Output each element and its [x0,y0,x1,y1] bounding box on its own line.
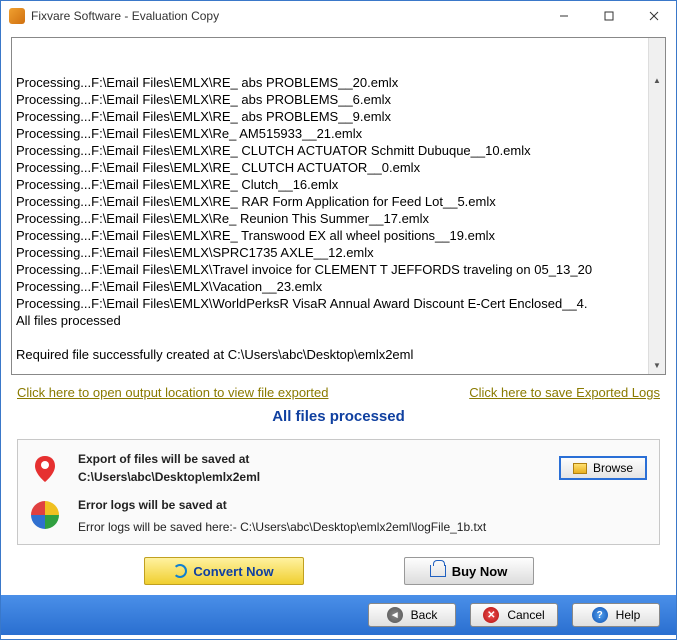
save-logs-link[interactable]: Click here to save Exported Logs [469,385,660,400]
settings-panel: Export of files will be saved at C:\User… [17,439,660,545]
errorlog-label: Error logs will be saved at [78,496,647,514]
cart-icon [430,565,446,577]
pie-chart-icon [30,500,60,530]
cancel-icon: ✕ [483,607,499,623]
back-arrow-icon: ◄ [387,607,403,623]
cancel-button[interactable]: ✕ Cancel [470,603,558,627]
scroll-down-icon[interactable]: ▼ [649,357,665,374]
window-controls [541,1,676,31]
help-button[interactable]: ? Help [572,603,660,627]
cancel-label: Cancel [507,608,544,622]
scrollbar[interactable]: ▲ ▼ [648,38,665,374]
browse-label: Browse [593,461,633,475]
status-message: All files processed [11,404,666,439]
folder-icon [573,463,587,474]
convert-label: Convert Now [193,564,273,579]
export-path: C:\Users\abc\Desktop\emlx2eml [78,468,559,486]
scroll-up-icon[interactable]: ▲ [649,72,665,89]
refresh-icon [173,564,187,578]
open-output-link[interactable]: Click here to open output location to vi… [17,385,328,400]
export-label: Export of files will be saved at [78,450,559,468]
back-button[interactable]: ◄ Back [368,603,456,627]
titlebar: Fixvare Software - Evaluation Copy [1,1,676,31]
close-button[interactable] [631,1,676,31]
convert-now-button[interactable]: Convert Now [144,557,304,585]
log-output[interactable]: Processing...F:\Email Files\EMLX\RE_ abs… [11,37,666,375]
errorlog-detail: Error logs will be saved here:- C:\Users… [78,514,647,536]
buy-label: Buy Now [452,564,508,579]
browse-button[interactable]: Browse [559,456,647,480]
log-text: Processing...F:\Email Files\EMLX\RE_ abs… [16,74,661,363]
maximize-button[interactable] [586,1,631,31]
buy-now-button[interactable]: Buy Now [404,557,534,585]
app-icon [9,8,25,24]
bottom-navbar: ◄ Back ✕ Cancel ? Help [1,595,676,635]
minimize-button[interactable] [541,1,586,31]
help-icon: ? [592,607,608,623]
location-pin-icon [30,454,60,484]
window-title: Fixvare Software - Evaluation Copy [31,9,541,23]
back-label: Back [411,608,438,622]
help-label: Help [616,608,641,622]
